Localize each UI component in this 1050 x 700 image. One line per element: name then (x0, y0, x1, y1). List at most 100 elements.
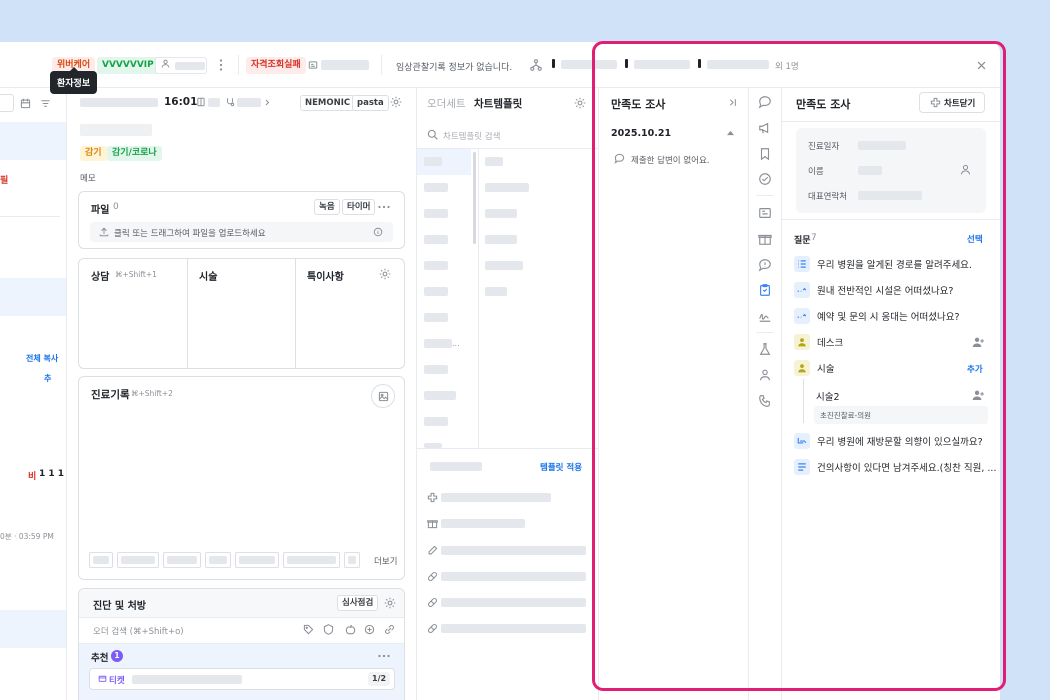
question-row[interactable]: 우리 병원을 알게된 경로를 알려주세요. (794, 254, 990, 274)
info-icon[interactable] (373, 227, 383, 237)
close-chart-button[interactable]: 차트닫기 (919, 92, 985, 113)
collapse-panel-icon[interactable] (728, 98, 737, 107)
pasta-button[interactable]: pasta (352, 95, 389, 111)
order-search-input[interactable]: 오더 검색 (⌘+Shift+o) (93, 625, 184, 637)
more-link[interactable]: 더보기 (374, 555, 397, 567)
tab-chart-template[interactable]: 차트템플릿 (474, 96, 522, 111)
upload-dropzone[interactable]: 클릭 또는 드래그하여 파일을 업로드하세요 (90, 222, 393, 242)
person-transfer-icon[interactable] (758, 368, 772, 382)
visit-time: 16:01 (164, 96, 198, 108)
select-link[interactable]: 선택 (967, 233, 983, 245)
phone-icon[interactable] (758, 394, 772, 408)
apply-template-link[interactable]: 템플릿 적용 (540, 461, 582, 473)
plus-circle-icon[interactable] (364, 624, 375, 635)
questions-count: 7 (811, 233, 817, 243)
record-shortcut: ⌘+Shift+2 (131, 389, 173, 398)
pen-icon (427, 545, 438, 556)
user-icon (161, 59, 170, 68)
tag-cold[interactable]: 감기 (80, 146, 107, 161)
link-icon[interactable] (384, 624, 395, 635)
chat-icon[interactable] (758, 95, 772, 109)
file-card: 파일 0 녹음 타이머 클릭 또는 드래그하여 파일을 업로드하세요 (78, 191, 405, 249)
question-row[interactable]: 데스크 (794, 332, 990, 352)
survey-clipboard-icon[interactable] (758, 283, 772, 297)
calendar-icon[interactable] (20, 98, 31, 109)
consult-shortcut: ⌘+Shift+1 (115, 270, 157, 279)
signature-icon[interactable] (758, 309, 772, 323)
gear-icon[interactable] (384, 597, 396, 609)
user-icon[interactable] (960, 164, 971, 175)
tag-eligibility-failed[interactable]: 자격조회실패 (246, 57, 306, 74)
close-icon[interactable] (976, 60, 987, 71)
add-user-icon[interactable] (972, 389, 985, 401)
survey-detail-title: 만족도 조사 (796, 98, 851, 111)
tag-vip[interactable]: VVVVVVIP (97, 57, 159, 74)
nemonic-button[interactable]: NEMONIC (300, 95, 356, 111)
add-link[interactable]: 추가 (967, 363, 983, 375)
question-row[interactable]: 건의사항이 있다면 남겨주세요.(칭찬 직원, ... (794, 457, 996, 477)
field-date-label: 진료일자 (808, 142, 840, 152)
gift-icon (427, 518, 438, 529)
field-name-label: 이름 (808, 167, 824, 177)
treatment-label[interactable]: 시술 (199, 268, 217, 283)
question-row[interactable]: 예약 및 문의 시 응대는 어떠셨나요? (794, 306, 990, 326)
warning-text: 필 (0, 176, 9, 186)
tab-orderset[interactable]: 오더세트 (427, 96, 466, 111)
consult-label[interactable]: 상담 (91, 268, 109, 283)
survey-date[interactable]: 2025.10.21 (611, 128, 671, 139)
tag-icon[interactable] (303, 624, 314, 635)
apple-icon[interactable] (345, 624, 356, 635)
flask-icon[interactable] (758, 342, 772, 356)
card-icon[interactable] (758, 206, 772, 220)
question-row[interactable]: 시술 (794, 358, 990, 378)
image-button[interactable] (371, 384, 395, 408)
gear-icon[interactable] (574, 97, 586, 109)
check-circle-icon[interactable] (758, 172, 772, 186)
more-horizontal-icon[interactable] (378, 201, 390, 213)
patient-topbar: 위버케어 VVVVVVIP 자격조회실패 임상관찰기록 정보가 없습니다. 외 … (0, 42, 1000, 88)
add-link[interactable]: 추 (44, 373, 51, 384)
gear-icon[interactable] (390, 96, 402, 108)
copy-all-link[interactable]: 전체 복사 (26, 353, 58, 364)
chevron-right-icon[interactable] (263, 98, 271, 107)
sub-question[interactable]: 시술2 (816, 389, 840, 403)
bookmark-icon[interactable] (758, 147, 772, 161)
more-vertical-icon[interactable] (216, 59, 226, 71)
survey-empty-message: 제출한 답변이 없어요. (631, 156, 710, 166)
record-card: 진료기록 ⌘+Shift+2 더보기 (78, 376, 405, 580)
more-horizontal-icon[interactable] (378, 651, 390, 661)
image-icon (378, 391, 389, 402)
chevron-up-icon[interactable] (727, 130, 734, 136)
shield-icon[interactable] (323, 624, 334, 635)
time-range: 0분 · 03:59 PM (0, 532, 54, 541)
question-row[interactable]: 우리 병원에 재방문할 의향이 있으실까요? (794, 431, 990, 451)
patient-picker[interactable] (155, 57, 207, 74)
app-window: 위버케어 VVVVVVIP 자격조회실패 임상관찰기록 정보가 없습니다. 외 … (0, 42, 1000, 700)
add-user-icon[interactable] (972, 336, 985, 348)
filter-icon[interactable] (40, 98, 51, 109)
record-label[interactable]: 진료기록 (91, 387, 130, 402)
special-label[interactable]: 특이사항 (307, 268, 344, 283)
list-icon (794, 256, 810, 272)
family-tree-icon[interactable] (530, 59, 542, 71)
diagnosis-card: 진단 및 처방 심사점검 오더 검색 (⌘+Shift+o) 추천 1 티켓 1… (78, 588, 405, 700)
id-card-icon (308, 60, 318, 70)
close-chart-label: 차트닫기 (944, 99, 976, 109)
pill-icon (427, 623, 438, 634)
scrollbar[interactable] (473, 152, 476, 244)
question-row[interactable]: 원내 전반적인 시설은 어떠셨나요? (794, 280, 990, 300)
recommend-label: 추천 (91, 653, 109, 664)
megaphone-icon[interactable] (758, 121, 772, 135)
upload-hint: 클릭 또는 드래그하여 파일을 업로드하세요 (114, 229, 266, 239)
gift-icon[interactable] (758, 232, 772, 246)
person-icon (794, 334, 810, 350)
timer-button[interactable]: 타이머 (342, 199, 376, 215)
hospital-plus-icon (427, 492, 438, 503)
ticket-row[interactable]: 티켓 1/2 (89, 668, 395, 690)
tag-cold-covid[interactable]: 감기/코로나 (107, 146, 162, 161)
audit-button[interactable]: 심사점검 (337, 595, 379, 611)
message-question-icon[interactable] (758, 258, 772, 272)
gear-icon[interactable] (379, 268, 391, 280)
record-button[interactable]: 녹음 (314, 199, 340, 215)
template-search-input[interactable]: 차트템플릿 검색 (443, 130, 500, 142)
